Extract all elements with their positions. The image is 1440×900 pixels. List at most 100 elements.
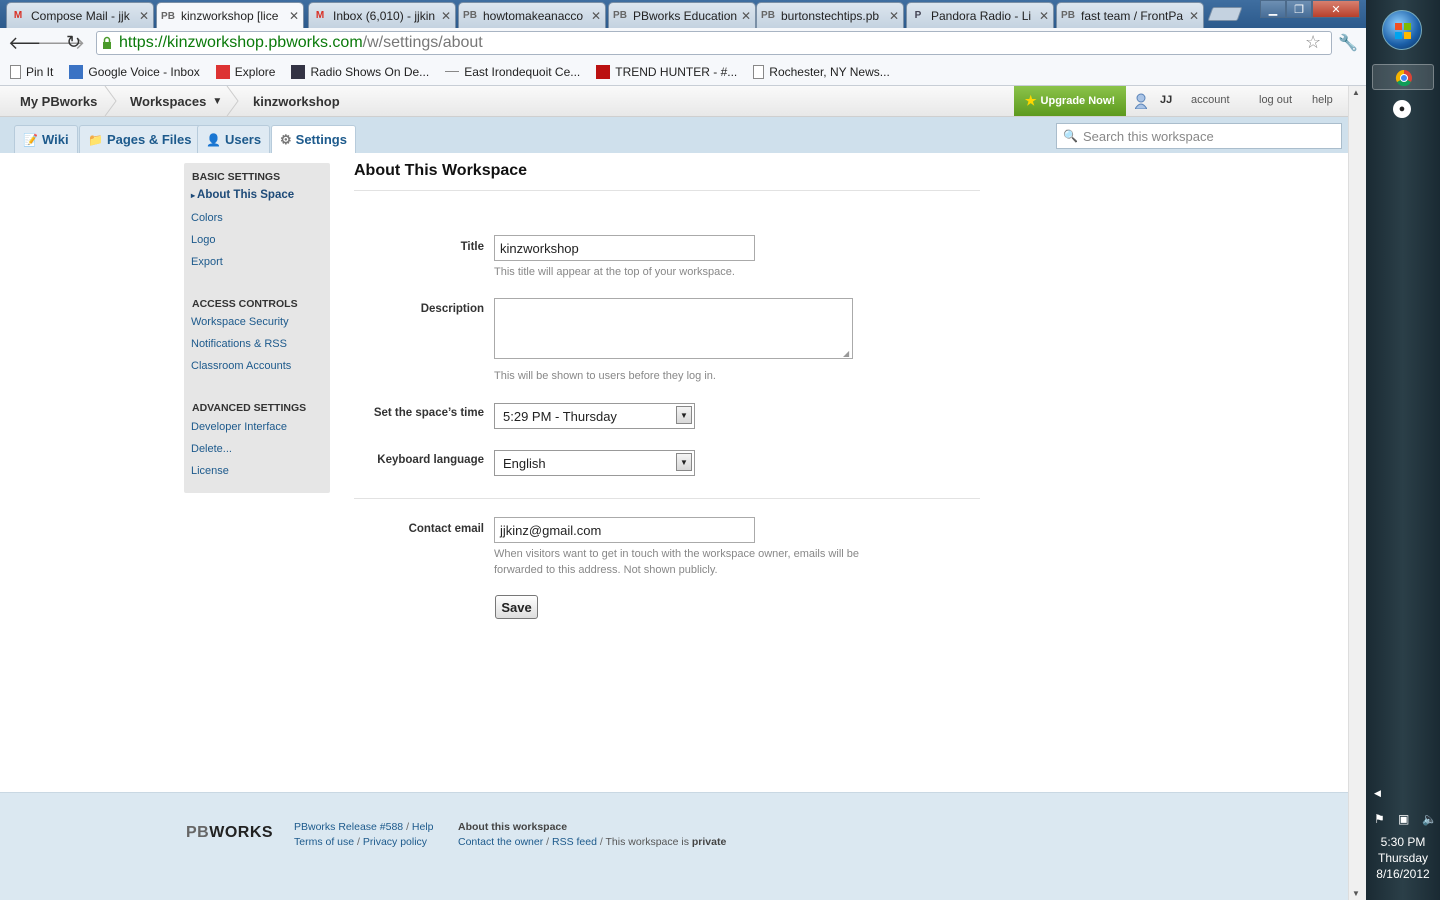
logo-pb: PB: [186, 824, 210, 841]
tab-users[interactable]: 👤 Users: [197, 125, 271, 153]
description-field[interactable]: [494, 298, 853, 359]
browser-tab[interactable]: PB burtonstechtips.pb ✕: [756, 2, 904, 28]
panda-app-icon[interactable]: ●: [1393, 100, 1411, 118]
gmail-icon: M: [315, 10, 325, 21]
address-bar[interactable]: https://kinzworkshop.pbworks.com/w/setti…: [96, 31, 1332, 55]
start-button[interactable]: [1382, 10, 1422, 50]
browser-tab[interactable]: PB howtomakeanacco ✕: [458, 2, 606, 28]
sidebar-item-license[interactable]: License: [191, 465, 229, 477]
network-icon[interactable]: ▣: [1398, 812, 1409, 826]
close-tab-icon[interactable]: ✕: [1039, 9, 1049, 23]
page-scrollbar[interactable]: ▲ ▼: [1348, 86, 1366, 900]
sidebar-item-notifications[interactable]: Notifications & RSS: [191, 338, 287, 350]
tab-label: Wiki: [41, 132, 69, 147]
bookmark-item[interactable]: East Irondequoit Ce...: [445, 65, 580, 79]
time-value: 5:29 PM - Thursday: [503, 408, 617, 424]
sidebar-item-colors[interactable]: Colors: [191, 212, 223, 224]
upgrade-button[interactable]: ★ Upgrade Now!: [1014, 86, 1126, 116]
contact-owner-link[interactable]: Contact the owner: [458, 836, 543, 848]
sidebar-item-logo[interactable]: Logo: [191, 234, 215, 246]
help-link[interactable]: help: [1312, 94, 1333, 106]
email-hint-1: When visitors want to get in touch with …: [494, 548, 859, 560]
system-clock[interactable]: 5:30 PM Thursday 8/16/2012: [1366, 834, 1440, 882]
time-label: Set the space’s time: [373, 407, 484, 419]
close-tab-icon[interactable]: ✕: [591, 9, 601, 23]
browser-tab[interactable]: P Pandora Radio - Li ✕: [906, 2, 1054, 28]
clock-day: Thursday: [1377, 851, 1429, 865]
resize-handle-icon[interactable]: ◢: [843, 349, 849, 358]
star-icon: ★: [1024, 93, 1037, 108]
volume-icon[interactable]: 🔈: [1422, 812, 1437, 826]
sidebar-heading-access: ACCESS CONTROLS: [192, 298, 298, 310]
user-name[interactable]: JJ: [1160, 94, 1172, 106]
browser-tab[interactable]: M Compose Mail - jjk ✕: [6, 2, 154, 28]
keyboard-select[interactable]: English ▼: [494, 450, 695, 476]
taskbar-chrome-button[interactable]: [1372, 64, 1434, 90]
new-tab-button[interactable]: [1207, 7, 1243, 21]
sidebar-item-developer[interactable]: Developer Interface: [191, 421, 287, 433]
title-label: Title: [460, 241, 484, 253]
time-select[interactable]: 5:29 PM - Thursday ▼: [494, 403, 695, 429]
minimize-button[interactable]: ▁: [1260, 0, 1286, 18]
sidebar-item-security[interactable]: Workspace Security: [191, 316, 289, 328]
page-icon: [10, 64, 21, 79]
close-window-button[interactable]: ✕: [1312, 0, 1360, 18]
close-tab-icon[interactable]: ✕: [441, 9, 451, 23]
wrench-icon[interactable]: 🔧: [1338, 33, 1358, 53]
rss-feed-link[interactable]: RSS feed: [552, 836, 597, 848]
logout-link[interactable]: log out: [1259, 94, 1292, 106]
bookmark-item[interactable]: Radio Shows On De...: [291, 64, 429, 79]
tab-settings[interactable]: ⚙ Settings: [271, 125, 356, 153]
search-input[interactable]: 🔍 Search this workspace: [1056, 123, 1342, 149]
privacy-link[interactable]: Privacy policy: [363, 836, 427, 848]
my-pbworks-link[interactable]: My PBworks: [20, 86, 97, 116]
sidebar-item-delete[interactable]: Delete...: [191, 443, 232, 455]
pbworks-icon: PB: [463, 10, 477, 21]
email-field[interactable]: jjkinz@gmail.com: [494, 517, 755, 543]
sidebar-item-classroom[interactable]: Classroom Accounts: [191, 360, 291, 372]
workspaces-menu[interactable]: Workspaces ▼: [130, 86, 222, 116]
save-button[interactable]: Save: [495, 595, 538, 619]
browser-tab[interactable]: M Inbox (6,010) - jjkin ✕: [308, 2, 456, 28]
bookmark-item[interactable]: TREND HUNTER - #...: [596, 64, 737, 79]
chevron-down-icon: ▼: [212, 95, 223, 107]
close-tab-icon[interactable]: ✕: [289, 9, 299, 23]
separator: /: [546, 836, 550, 848]
chevron-down-icon: ▼: [676, 406, 692, 424]
browser-tab[interactable]: PB fast team / FrontPa ✕: [1056, 2, 1204, 28]
url-path: /w/settings/about: [362, 34, 483, 51]
close-tab-icon[interactable]: ✕: [139, 9, 149, 23]
browser-tab[interactable]: PB PBworks Education ✕: [608, 2, 756, 28]
bookmark-item[interactable]: Google Voice - Inbox: [69, 64, 200, 79]
explore-icon: [215, 64, 230, 79]
tray-expand-icon[interactable]: ◀: [1374, 788, 1381, 799]
tab-title: PBworks Education: [633, 8, 737, 23]
flag-icon[interactable]: ⚑: [1374, 812, 1385, 826]
workspace-name[interactable]: kinzworkshop: [253, 86, 340, 116]
tab-label: Settings: [295, 132, 347, 147]
help-link[interactable]: Help: [412, 821, 434, 833]
terms-link[interactable]: Terms of use: [294, 836, 354, 848]
tab-pages-files[interactable]: 📁 Pages & Files: [79, 125, 201, 153]
bookmark-item[interactable]: Explore: [215, 64, 275, 79]
pbworks-icon: PB: [761, 10, 775, 21]
star-icon[interactable]: ☆: [1305, 32, 1321, 53]
clock-date: 8/16/2012: [1376, 867, 1430, 881]
description-hint: This will be shown to users before they …: [494, 370, 716, 382]
scroll-up-icon[interactable]: ▲: [1352, 88, 1360, 97]
scroll-down-icon[interactable]: ▼: [1352, 889, 1360, 898]
close-tab-icon[interactable]: ✕: [889, 9, 899, 23]
title-field[interactable]: kinzworkshop: [494, 235, 755, 261]
close-tab-icon[interactable]: ✕: [1189, 9, 1199, 23]
browser-tab[interactable]: PB kinzworkshop [lice ✕: [156, 2, 304, 29]
bookmark-item[interactable]: Rochester, NY News...: [753, 64, 890, 79]
sidebar-item-export[interactable]: Export: [191, 256, 223, 268]
bookmark-item[interactable]: Pin It: [10, 64, 53, 79]
maximize-button[interactable]: ❐: [1286, 0, 1312, 18]
close-tab-icon[interactable]: ✕: [741, 9, 751, 23]
reload-icon[interactable]: ↻: [66, 32, 81, 53]
release-link[interactable]: PBworks Release #588: [294, 821, 403, 833]
tab-wiki[interactable]: 📝 Wiki: [14, 125, 78, 153]
sidebar-item-about[interactable]: ▸ About This Space: [191, 189, 294, 201]
account-link[interactable]: account: [1191, 94, 1230, 106]
